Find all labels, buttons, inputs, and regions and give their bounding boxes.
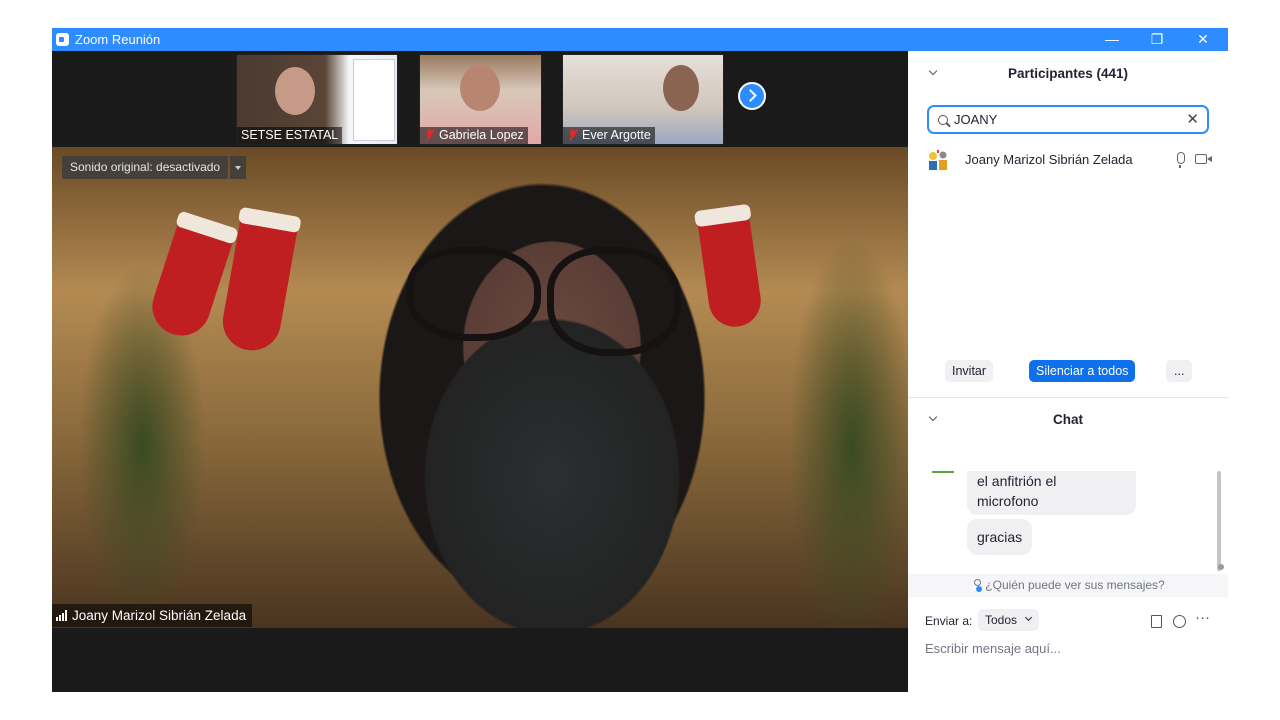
send-to-dropdown[interactable]: Todos <box>978 609 1040 631</box>
face-shape <box>275 67 315 115</box>
chat-title: Chat <box>1053 412 1083 427</box>
glasses-shape <box>547 247 681 356</box>
more-chat-options-icon[interactable]: ··· <box>1195 609 1210 626</box>
face-shape <box>460 65 500 111</box>
participant-name: Joany Marizol Sibrián Zelada <box>965 152 1133 167</box>
video-area: SETSE ESTATAL Gabriela Lopez Ever Argott… <box>52 51 908 692</box>
zoom-window: Zoom Reunión — ❐ ✕ SETSE ESTATAL Gabriel… <box>52 28 1228 692</box>
who-can-see-messages-link[interactable]: ¿Quién puede ver sus mensajes? <box>908 574 1228 597</box>
participant-search-input[interactable] <box>954 110 1174 129</box>
stocking-decoration <box>693 203 765 331</box>
main-video: Sonido original: desactivado Joany Mariz… <box>52 147 908 628</box>
microphone-icon[interactable] <box>1177 152 1185 168</box>
emoji-icon[interactable] <box>1173 615 1186 628</box>
speaker-name-label: Joany Marizol Sibrián Zelada <box>52 604 253 627</box>
clear-search-icon[interactable]: ✕ <box>1186 111 1199 128</box>
panel-divider <box>908 397 1228 398</box>
thumbnail-name: Ever Argotte <box>563 127 655 144</box>
invite-button[interactable]: Invitar <box>945 360 994 382</box>
next-page-arrow-icon[interactable] <box>738 82 766 110</box>
shared-document-thumb <box>353 59 395 141</box>
thumbnail-gabriela-lopez[interactable]: Gabriela Lopez <box>419 54 542 145</box>
restore-button[interactable]: ❐ <box>1134 28 1180 51</box>
participant-row[interactable]: Joany Marizol Sibrián Zelada <box>925 148 1215 170</box>
close-button[interactable]: ✕ <box>1180 28 1226 51</box>
thumbnail-name: SETSE ESTATAL <box>237 127 343 144</box>
send-to-label: Enviar a: <box>925 614 973 628</box>
participants-title: Participantes (441) <box>1007 66 1129 81</box>
chat-message: el anfitrión el microfono <box>967 471 1136 515</box>
person-info-icon <box>971 579 983 592</box>
side-panel: Participantes (441) ✕ Joany Marizol Sibr… <box>908 51 1228 692</box>
minimize-button[interactable]: — <box>1089 28 1135 51</box>
title-bar: Zoom Reunión — ❐ ✕ <box>52 28 1228 51</box>
chat-message-input[interactable]: Escribir mensaje aquí... <box>925 641 1061 656</box>
face-shape <box>663 65 699 111</box>
zoom-logo-icon <box>56 33 69 46</box>
thumbnail-setse-estatal[interactable]: SETSE ESTATAL <box>236 54 398 145</box>
muted-mic-icon <box>567 129 578 140</box>
scrollbar-thumb[interactable] <box>1218 564 1224 570</box>
participant-search-box[interactable]: ✕ <box>927 105 1209 134</box>
chat-scrollbar[interactable] <box>1217 471 1221 571</box>
window-title: Zoom Reunión <box>75 32 161 47</box>
chat-message: gracias <box>967 519 1033 555</box>
more-options-button[interactable]: ... <box>1166 360 1193 382</box>
signal-strength-icon <box>56 610 69 621</box>
participant-avatar <box>929 150 947 170</box>
video-camera-icon[interactable] <box>1195 154 1212 164</box>
sound-dropdown-chevron-icon[interactable] <box>229 156 246 179</box>
file-icon[interactable] <box>1151 615 1162 628</box>
chat-sender-avatar <box>932 471 954 473</box>
mute-all-button[interactable]: Silenciar a todos <box>1029 360 1136 382</box>
muted-mic-icon <box>424 129 435 140</box>
glasses-shape <box>407 247 541 341</box>
original-sound-toggle[interactable]: Sonido original: desactivado <box>62 156 229 179</box>
thumbnail-name: Gabriela Lopez <box>420 127 528 144</box>
thumbnail-ever-argotte[interactable]: Ever Argotte <box>562 54 724 145</box>
search-icon <box>938 115 948 125</box>
